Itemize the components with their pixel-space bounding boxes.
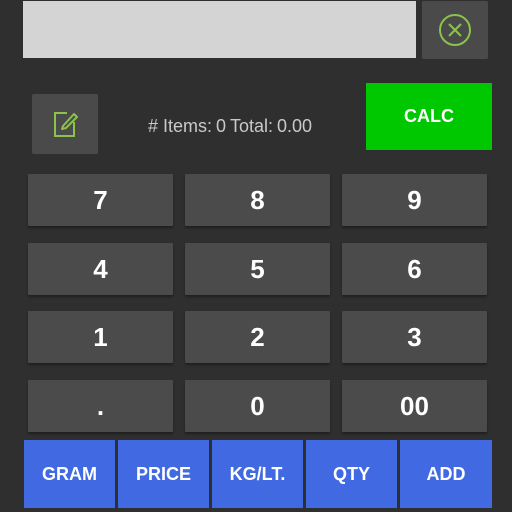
key-7[interactable]: 7 xyxy=(28,174,173,226)
gram-button[interactable]: GRAM xyxy=(24,440,115,508)
total-value: 0.00 xyxy=(277,115,313,136)
edit-button[interactable] xyxy=(32,94,98,154)
key-3[interactable]: 3 xyxy=(342,311,487,363)
clear-button[interactable] xyxy=(422,1,488,59)
key-8[interactable]: 8 xyxy=(185,174,330,226)
price-button[interactable]: PRICE xyxy=(118,440,209,508)
key-decimal[interactable]: . xyxy=(28,380,173,432)
key-0[interactable]: 0 xyxy=(185,380,330,432)
calc-button[interactable]: CALC xyxy=(366,83,492,150)
items-count: 0 xyxy=(215,115,226,136)
kg-lt-button[interactable]: KG/LT. xyxy=(212,440,303,508)
key-2[interactable]: 2 xyxy=(185,311,330,363)
qty-button[interactable]: QTY xyxy=(306,440,397,508)
key-1[interactable]: 1 xyxy=(28,311,173,363)
items-label: # Items: xyxy=(147,115,212,136)
key-00[interactable]: 00 xyxy=(342,380,487,432)
key-9[interactable]: 9 xyxy=(342,174,487,226)
key-5[interactable]: 5 xyxy=(185,243,330,295)
edit-note-icon xyxy=(54,112,78,137)
add-button[interactable]: ADD xyxy=(400,440,492,508)
key-4[interactable]: 4 xyxy=(28,243,173,295)
entry-input[interactable] xyxy=(23,1,416,58)
close-circle-icon xyxy=(439,14,471,46)
cart-summary: # Items: 0 Total: 0.00 xyxy=(110,112,350,140)
key-6[interactable]: 6 xyxy=(342,243,487,295)
total-label: Total: xyxy=(229,115,274,136)
